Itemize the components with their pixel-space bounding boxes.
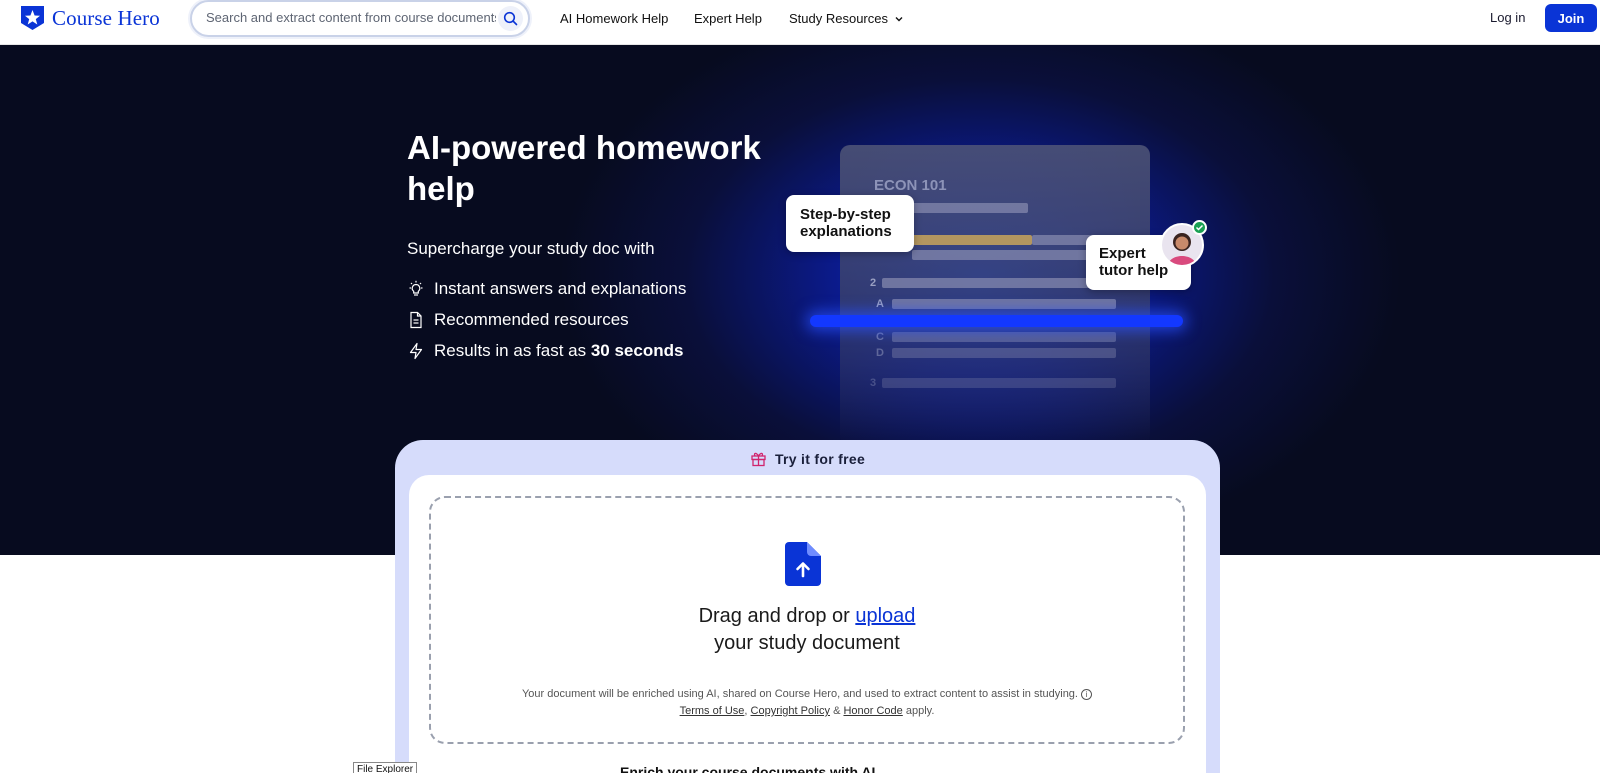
drag-drop-text: Drag and drop or [698,605,856,627]
upload-link[interactable]: upload [855,605,915,627]
try-free-label: Try it for free [774,450,866,467]
feature-item: Instant answers and explanations [407,273,686,304]
search-bar[interactable] [190,0,530,37]
feature-text: Instant answers and explanations [434,278,687,298]
mock-course-title: ECON 101 [874,177,947,194]
document-icon [410,311,422,328]
hero-title: AI-powered homework help [407,129,761,207]
login-link[interactable]: Log in [1490,10,1525,25]
course-hero-logo[interactable]: Course Hero [19,5,160,31]
search-input[interactable] [206,10,496,25]
nav-expert-help[interactable]: Expert Help [694,11,762,26]
mock-line [892,332,1116,342]
shield-star-icon [21,6,44,30]
nav-study-resources-label: Study Resources [789,11,888,26]
mock-line [882,378,1116,388]
search-button[interactable] [498,6,523,31]
upload-file-icon [785,542,821,586]
disclaimer-text: Your document will be enriched using AI,… [521,688,1078,700]
mock-letter: A [876,298,884,310]
nav-ai-homework-help[interactable]: AI Homework Help [560,11,668,26]
mock-letter: D [876,347,884,359]
scan-glow-bar [810,315,1183,327]
feature-text: Recommended resources [434,309,629,329]
dropzone-instructions: Drag and drop or upload your study docum… [431,603,1183,657]
lightbulb-icon [409,280,423,296]
gift-icon [751,452,766,467]
drag-drop-suffix: your study document [714,632,900,654]
honor-code-link[interactable]: Honor Code [843,705,902,717]
mock-number: 2 [870,277,877,289]
mock-line [892,348,1116,358]
join-button[interactable]: Join [1545,4,1597,32]
feature-item: Recommended resources [407,304,686,335]
hero-subtitle: Supercharge your study doc with [407,239,655,258]
file-dropzone[interactable]: Drag and drop or upload your study docum… [429,496,1185,744]
nav-expert-help-label: Expert Help [694,11,762,26]
verified-check-icon [1192,220,1207,235]
mock-letter: C [876,331,884,343]
feature-list: Instant answers and explanations Recomme… [407,273,686,366]
step-by-step-card: Step-by-step explanations [786,195,914,252]
search-icon [503,11,518,26]
enrich-teaser: Enrich your course documents with AI [620,764,876,773]
apply-text: apply. [905,705,935,717]
bolt-icon [409,342,423,359]
mock-line [892,299,1116,309]
mock-line [882,278,1116,288]
try-free-banner: Try it for free [395,450,1220,467]
nav-ai-homework-help-label: AI Homework Help [560,11,669,26]
chevron-down-icon [895,16,903,21]
upload-panel: Try it for free Drag and drop or upload … [395,440,1220,773]
mock-document: ECON 101 2 A C D 3 [840,145,1150,445]
info-icon[interactable]: i [1081,688,1093,700]
logo-text: Course Hero [52,5,160,30]
file-explorer-tooltip: File Explorer [353,762,418,773]
mock-number: 3 [870,377,877,389]
upload-card: Drag and drop or upload your study docum… [409,475,1206,773]
feature-item: Results in as fast as 30 seconds [407,335,686,366]
feature-text: Results in as fast as 30 seconds [434,340,684,360]
terms-link[interactable]: Terms of Use [680,705,745,717]
nav-study-resources[interactable]: Study Resources [789,11,904,26]
copyright-link[interactable]: Copyright Policy [751,705,830,717]
mock-highlight-line [912,235,1032,245]
ampersand: & [833,705,841,717]
top-navbar: Course Hero AI Homework Help Expert Help… [0,0,1600,45]
upload-disclaimer: Your document will be enriched using AI,… [431,686,1183,720]
